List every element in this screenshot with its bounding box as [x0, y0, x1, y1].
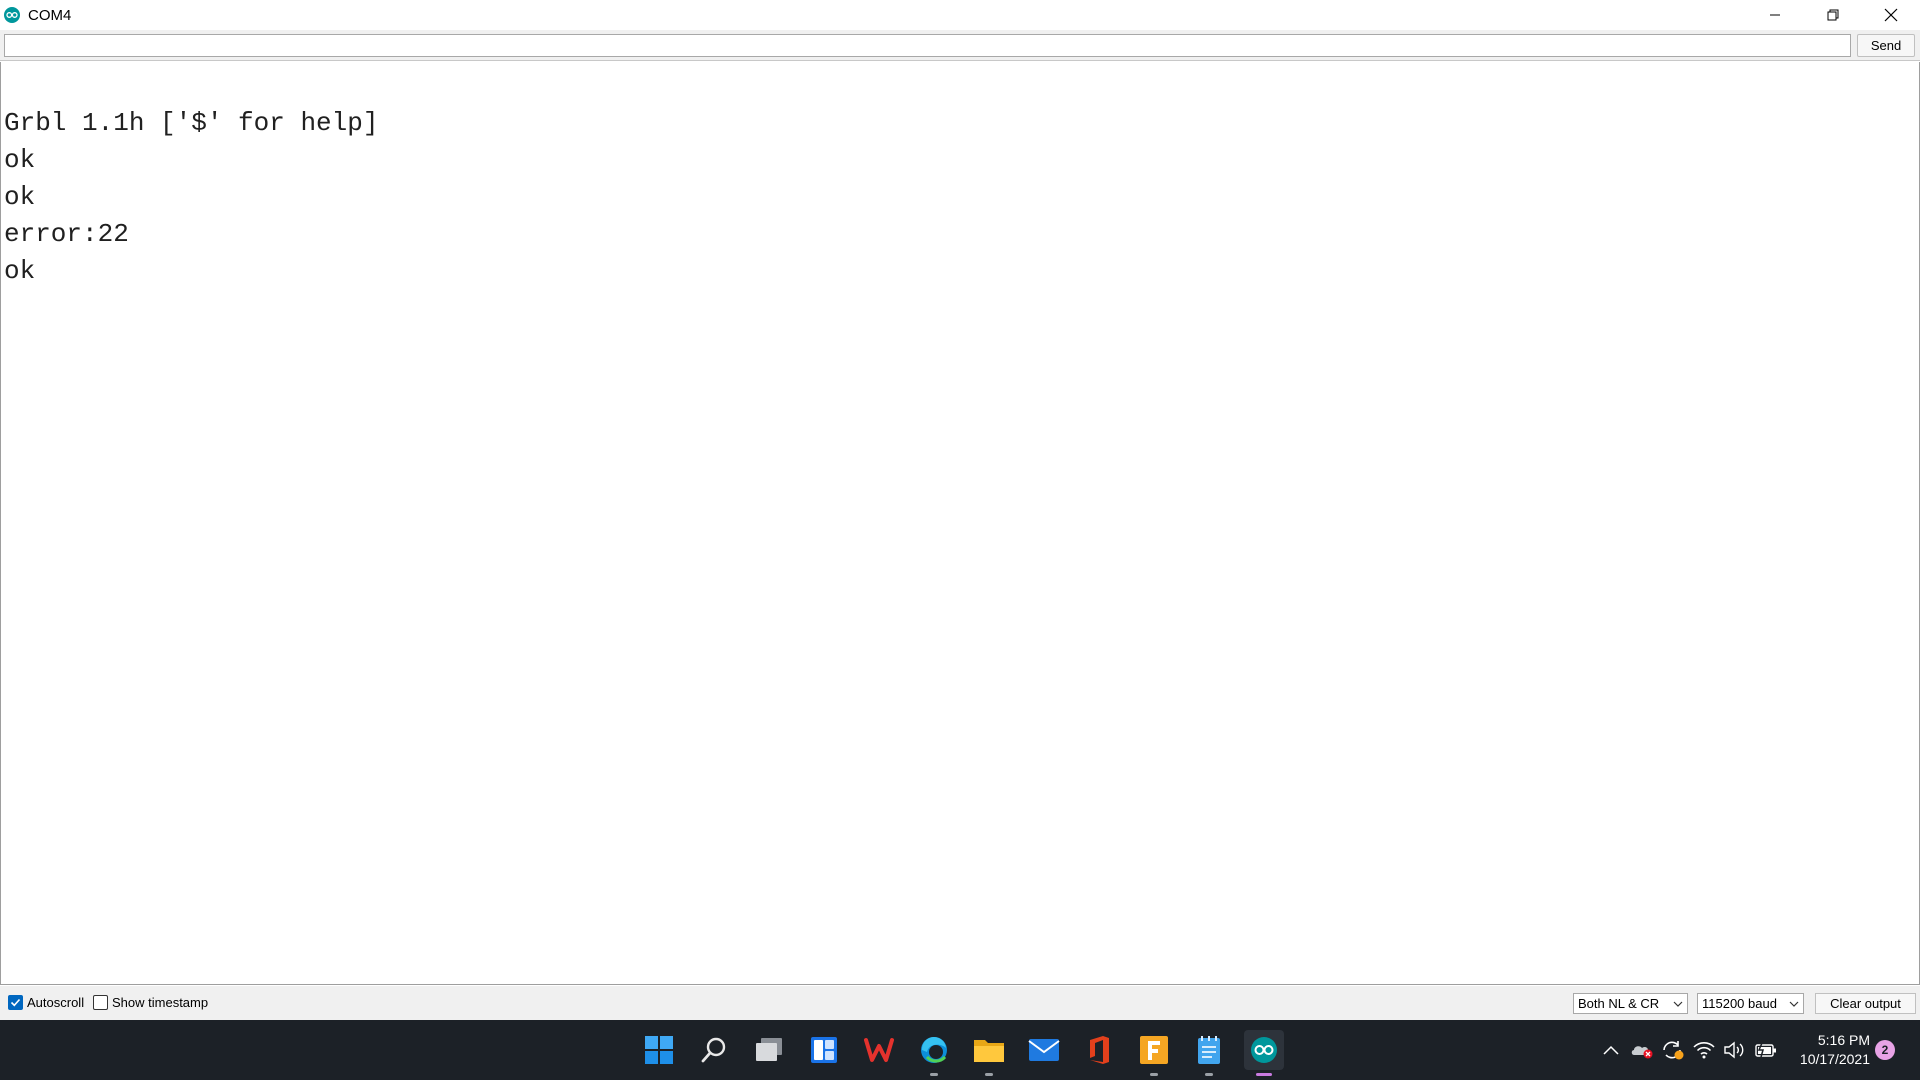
send-button[interactable]: Send — [1857, 34, 1915, 57]
timestamp-label: Show timestamp — [112, 995, 209, 1010]
fusion-360-icon — [1140, 1036, 1168, 1064]
running-indicator — [1150, 1073, 1158, 1076]
notification-badge[interactable]: 2 — [1875, 1040, 1895, 1060]
show-hidden-icons-button[interactable] — [1599, 1020, 1623, 1080]
close-icon — [1884, 8, 1898, 22]
timestamp-checkbox[interactable] — [93, 995, 108, 1010]
task-view-button[interactable] — [749, 1030, 789, 1070]
notepad-icon — [1198, 1036, 1220, 1064]
office-button[interactable] — [1079, 1030, 1119, 1070]
onedrive-tray[interactable] — [1629, 1020, 1655, 1080]
start-button[interactable] — [639, 1030, 679, 1070]
chevron-down-icon — [1673, 1001, 1683, 1007]
close-button[interactable] — [1862, 0, 1920, 30]
notepad-button[interactable] — [1189, 1030, 1229, 1076]
status-bar: Autoscroll Show timestamp Both NL & CR 1… — [0, 986, 1920, 1020]
file-explorer-button[interactable] — [969, 1030, 1009, 1076]
output-line: error:22 — [4, 219, 129, 249]
autoscroll-option[interactable]: Autoscroll — [8, 995, 84, 1010]
sync-tray[interactable] — [1659, 1020, 1685, 1080]
clock[interactable]: 5:16 PM 10/17/2021 — [1788, 1031, 1870, 1069]
running-indicator — [930, 1073, 938, 1076]
mail-icon — [1028, 1039, 1060, 1061]
chevron-down-icon — [1789, 1001, 1799, 1007]
baud-rate-value: 115200 baud — [1702, 996, 1777, 1011]
wps-office-icon — [864, 1038, 894, 1062]
taskbar: 5:16 PM 10/17/2021 2 — [0, 1020, 1920, 1080]
task-view-icon — [756, 1038, 782, 1061]
active-indicator — [1256, 1073, 1272, 1076]
send-bar: Send — [0, 30, 1920, 61]
running-indicator — [1205, 1073, 1213, 1076]
clock-time: 5:16 PM — [1817, 1032, 1870, 1048]
line-ending-value: Both NL & CR — [1578, 996, 1660, 1011]
minimize-button[interactable] — [1746, 0, 1804, 30]
baud-rate-select[interactable]: 115200 baud — [1697, 993, 1804, 1014]
start-icon — [645, 1036, 673, 1064]
output-line: ok — [4, 182, 36, 212]
autoscroll-checkbox[interactable] — [8, 995, 23, 1010]
clock-date: 10/17/2021 — [1799, 1051, 1870, 1067]
title-bar: COM4 — [0, 0, 1920, 30]
fusion-360-button[interactable] — [1134, 1030, 1174, 1076]
restore-button[interactable] — [1804, 0, 1862, 30]
timestamp-option[interactable]: Show timestamp — [93, 995, 208, 1010]
search-button[interactable] — [694, 1030, 734, 1070]
checkmark-icon — [10, 998, 21, 1007]
edge-icon — [921, 1036, 947, 1063]
autoscroll-label: Autoscroll — [27, 995, 85, 1010]
widgets-icon — [811, 1037, 837, 1063]
wifi-icon — [1693, 1042, 1715, 1059]
arduino-icon — [4, 7, 20, 23]
office-icon — [1090, 1036, 1109, 1064]
arduino-button[interactable] — [1244, 1030, 1284, 1076]
onedrive-icon — [1631, 1046, 1653, 1059]
minimize-icon — [1770, 14, 1780, 16]
edge-button[interactable] — [914, 1030, 954, 1076]
widgets-button[interactable] — [804, 1030, 844, 1070]
search-icon — [701, 1037, 726, 1063]
running-indicator — [985, 1073, 993, 1076]
line-ending-select[interactable]: Both NL & CR — [1573, 993, 1688, 1014]
chevron-up-icon — [1603, 1045, 1619, 1055]
wifi-tray[interactable] — [1691, 1020, 1717, 1080]
output-line: ok — [4, 256, 36, 286]
sync-icon — [1663, 1041, 1684, 1060]
restore-icon — [1827, 9, 1839, 21]
arduino-icon — [1251, 1037, 1277, 1063]
mail-button[interactable] — [1024, 1030, 1064, 1070]
window-title: COM4 — [28, 6, 72, 24]
clear-output-button[interactable]: Clear output — [1815, 993, 1916, 1014]
output-line: ok — [4, 145, 36, 175]
serial-output[interactable]: Grbl 1.1h ['$' for help] ok ok error:22 … — [0, 62, 1920, 985]
volume-icon — [1724, 1041, 1744, 1059]
serial-input[interactable] — [4, 34, 1851, 57]
volume-tray[interactable] — [1721, 1020, 1747, 1080]
output-line: Grbl 1.1h ['$' for help] — [4, 108, 379, 138]
wps-office-button[interactable] — [859, 1030, 899, 1070]
battery-icon — [1755, 1042, 1776, 1058]
window-controls — [1746, 0, 1920, 30]
battery-tray[interactable] — [1753, 1020, 1779, 1080]
file-explorer-icon — [974, 1040, 1004, 1062]
